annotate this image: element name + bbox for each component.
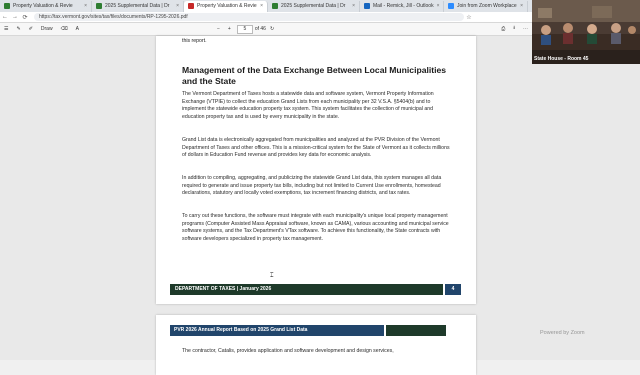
tab-favicon-icon (364, 3, 370, 9)
zoom-video-panel[interactable]: State House - Room 45 (532, 0, 640, 64)
page-number-input[interactable]: 5 (236, 24, 253, 34)
pdf-viewer[interactable]: this report. Management of the Data Exch… (0, 36, 640, 375)
rotate-icon[interactable]: ↻ (266, 26, 278, 32)
tab-favicon-icon (272, 3, 278, 9)
browser-tab[interactable]: Property Valuation & Revie × (0, 0, 92, 12)
zoom-out-icon[interactable]: − (213, 26, 224, 32)
tab-favicon-icon (188, 3, 194, 9)
page-text-fragment: this report. (182, 38, 207, 44)
pdf-toolbar: ☰ ✎ ✐ Draw ⌫ A − + 5 of 46 ↻ ⎙ ⭳ ⋯ (0, 23, 532, 36)
tab-label: Property Valuation & Revie (197, 3, 257, 9)
meeting-room-video (532, 0, 640, 64)
paragraph: The Vermont Department of Taxes hosts a … (182, 91, 434, 120)
zoom-watermark: Powered by Zoom (540, 330, 585, 336)
back-icon[interactable]: ← (0, 14, 10, 20)
tab-label: Property Valuation & Revie (13, 3, 73, 9)
tab-label: 2025 Supplemental Data | Dr (105, 3, 170, 9)
tab-close-icon[interactable]: × (176, 3, 179, 9)
text-icon[interactable]: A (72, 26, 83, 32)
paragraph: To carry out these functions, the softwa… (182, 213, 449, 242)
page-header-accent (386, 325, 446, 336)
page-footer: DEPARTMENT OF TAXES | January 2026 4 (170, 284, 461, 295)
mouse-cursor-icon: ⌶ (270, 273, 274, 279)
contents-icon[interactable]: ☰ (0, 26, 12, 32)
browser-tab[interactable]: Join from Zoom Workplace × (444, 0, 528, 12)
section-heading: Management of the Data Exchange Between … (182, 65, 447, 86)
more-icon[interactable]: ⋯ (519, 26, 532, 32)
reload-icon[interactable]: ⟳ (20, 14, 30, 21)
url-field[interactable]: https://tax.vermont.gov/sites/tax/files/… (34, 13, 464, 21)
tab-label: Join from Zoom Workplace (457, 3, 517, 9)
browser-tab-bar: Property Valuation & Revie × 2025 Suppleme… (0, 0, 532, 12)
browser-tab[interactable]: Property Valuation & Revie × (184, 0, 268, 12)
tab-close-icon[interactable]: × (437, 3, 440, 9)
paragraph: The contractor, Catalis, provides applic… (182, 348, 394, 354)
tab-close-icon[interactable]: × (352, 3, 355, 9)
tab-close-icon[interactable]: × (260, 3, 263, 9)
highlight-icon[interactable]: ✎ (12, 26, 24, 32)
page-header: PVR 2026 Annual Report Based on 2025 Gra… (170, 325, 384, 336)
tab-favicon-icon (96, 3, 102, 9)
tab-close-icon[interactable]: × (84, 3, 87, 9)
video-room-label: State House - Room 45 (534, 56, 589, 62)
pdf-page: this report. Management of the Data Exch… (156, 36, 476, 304)
browser-tab[interactable]: Mail - Remick, Jill - Outlook × (360, 0, 444, 12)
draw-icon[interactable]: ✐ (25, 26, 37, 32)
print-icon[interactable]: ⎙ (497, 26, 509, 32)
tab-favicon-icon (448, 3, 454, 9)
tab-favicon-icon (4, 3, 10, 9)
forward-icon[interactable]: → (10, 14, 20, 20)
tab-close-icon[interactable]: × (520, 3, 523, 9)
erase-icon[interactable]: ⌫ (57, 26, 72, 32)
pdf-page: PVR 2026 Annual Report Based on 2025 Gra… (156, 315, 476, 375)
footer-page-number: 4 (445, 284, 461, 295)
draw-label[interactable]: Draw (37, 26, 57, 32)
tab-label: Mail - Remick, Jill - Outlook (373, 3, 434, 9)
browser-tab[interactable]: 2025 Supplemental Data | Dr × (92, 0, 184, 12)
paragraph: In addition to compiling, aggregating, a… (182, 175, 442, 197)
browser-tab[interactable]: 2025 Supplemental Data | Dr × (268, 0, 360, 12)
footer-label: DEPARTMENT OF TAXES | January 2026 (170, 284, 443, 295)
zoom-in-icon[interactable]: + (224, 26, 235, 32)
star-icon[interactable]: ☆ (464, 14, 474, 21)
page-total: of 46 (254, 26, 266, 32)
paragraph: Grand List data is electronically aggreg… (182, 137, 450, 159)
address-bar: ← → ⟳ https://tax.vermont.gov/sites/tax/… (0, 12, 532, 23)
save-icon[interactable]: ⭳ (509, 25, 519, 33)
tab-label: 2025 Supplemental Data | Dr (281, 3, 346, 9)
